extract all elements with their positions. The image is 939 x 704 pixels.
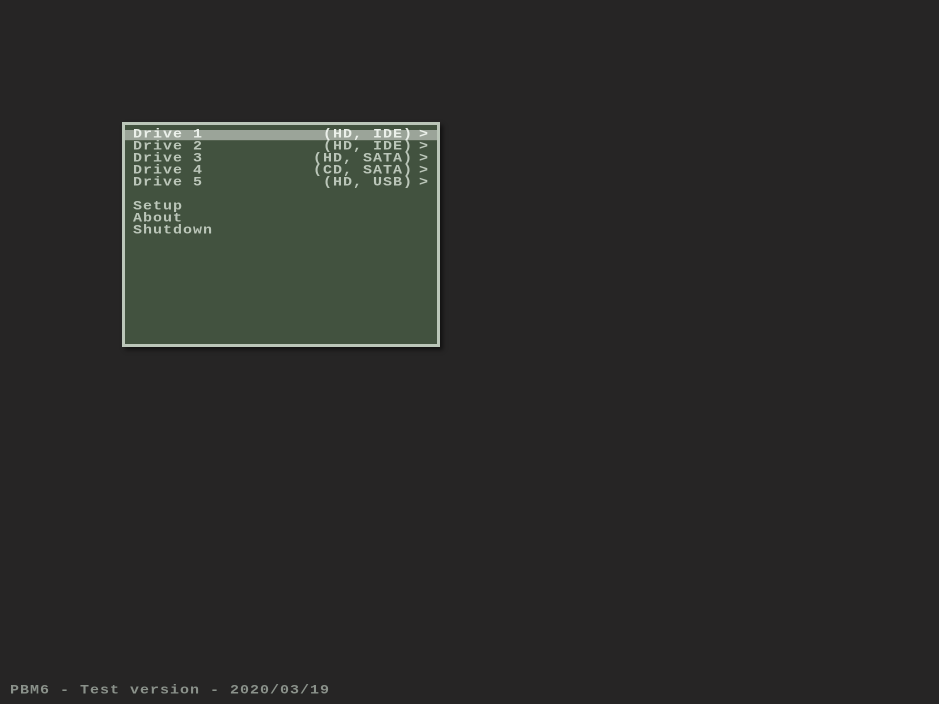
chevron-right-icon: > <box>419 178 429 188</box>
action-label: Shutdown <box>133 226 213 236</box>
status-bar: PBM6 - Test version - 2020/03/19 <box>10 684 330 698</box>
boot-menu-window: Drive 1 (HD, IDE) > Drive 2 (HD, IDE) > … <box>122 122 440 347</box>
boot-menu-inner: Drive 1 (HD, IDE) > Drive 2 (HD, IDE) > … <box>125 125 437 243</box>
menu-item-shutdown[interactable]: Shutdown <box>125 226 437 236</box>
drive-label: Drive 5 <box>133 178 203 188</box>
menu-item-drive-5[interactable]: Drive 5 (HD, USB) > <box>125 178 437 188</box>
drive-detail: (HD, USB) <box>323 178 413 188</box>
